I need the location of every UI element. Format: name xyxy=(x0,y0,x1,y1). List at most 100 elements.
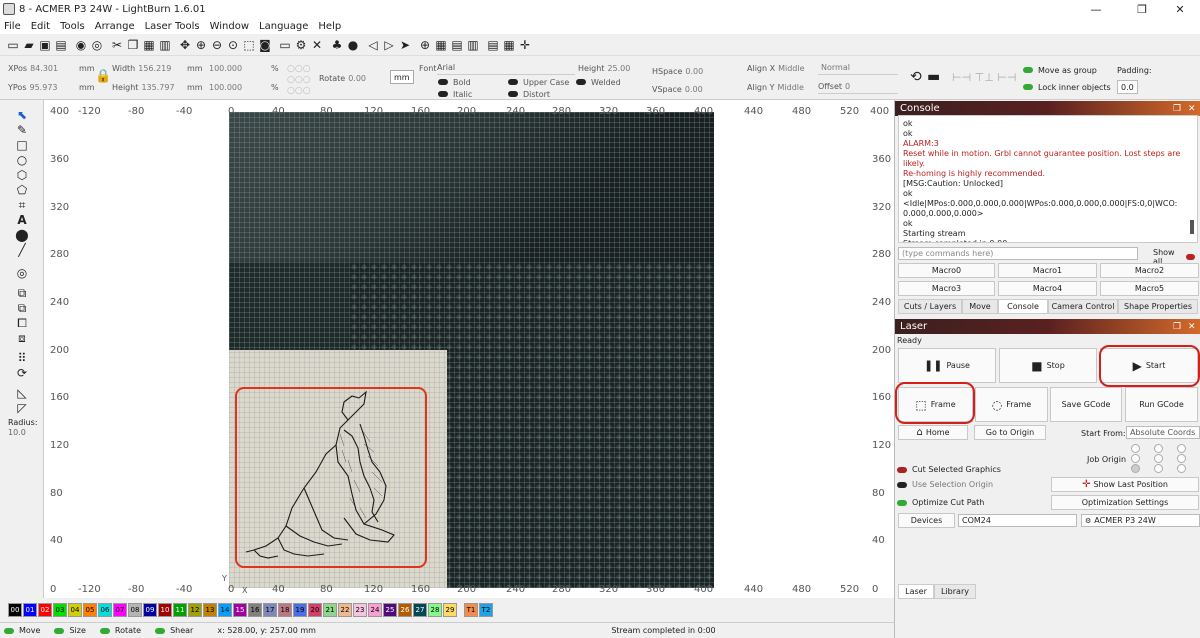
layer-swatch-05[interactable]: 05 xyxy=(83,603,97,617)
mirror-vertical-icon[interactable]: ▷ xyxy=(382,38,396,52)
menu-edit[interactable]: Edit xyxy=(31,21,50,32)
start-from-select[interactable]: Absolute Coords xyxy=(1126,426,1200,439)
width-input[interactable]: 156.219 xyxy=(138,64,171,73)
line-icon[interactable]: ⬠ xyxy=(14,183,30,197)
select-tool-icon[interactable]: ⬉ xyxy=(14,108,30,122)
text-mode-select[interactable]: Normal xyxy=(821,63,850,72)
rotate-input[interactable]: 0.00 xyxy=(348,74,366,83)
rectangle-icon[interactable]: □ xyxy=(14,138,30,152)
user-icon[interactable]: ● xyxy=(346,38,360,52)
layer-swatch-24[interactable]: 24 xyxy=(368,603,382,617)
corner-chamfer-icon[interactable]: ◸ xyxy=(14,401,30,415)
go-to-origin-button[interactable]: Go to Origin xyxy=(974,425,1046,440)
laser-close-icon[interactable]: ✕ xyxy=(1188,322,1196,332)
edit-nodes-icon[interactable]: ✎ xyxy=(14,123,30,137)
layer-swatch-16[interactable]: 16 xyxy=(248,603,262,617)
lock-inner-toggle[interactable] xyxy=(1023,84,1033,90)
layer-swatch-25[interactable]: 25 xyxy=(383,603,397,617)
bold-toggle[interactable] xyxy=(438,79,448,85)
shear-toggle[interactable] xyxy=(155,627,166,634)
height-input[interactable]: 135.797 xyxy=(141,83,174,92)
distribute-icon[interactable]: ▤ xyxy=(486,38,500,52)
job-origin-radio[interactable] xyxy=(1154,444,1163,453)
send-icon[interactable]: ➤ xyxy=(398,38,412,52)
job-origin-radio[interactable] xyxy=(1177,464,1186,473)
origin-selector-bottom[interactable]: ○○○ xyxy=(287,84,311,98)
distribute-vertical-icon[interactable]: ▦ xyxy=(502,38,516,52)
optimization-settings-button[interactable]: Optimization Settings xyxy=(1051,495,1199,510)
vspace-input[interactable]: 0.00 xyxy=(685,85,703,94)
layer-swatch-18[interactable]: 18 xyxy=(278,603,292,617)
layer-swatch-11[interactable]: 11 xyxy=(173,603,187,617)
position-laser-icon[interactable]: ⬤ xyxy=(14,228,30,242)
layer-swatch-27[interactable]: 27 xyxy=(413,603,427,617)
save-file-icon[interactable]: ▣ xyxy=(38,38,52,52)
console-output[interactable]: ok ok ALARM:3 Reset while in motion. Grbl c… xyxy=(898,115,1198,243)
layer-swatch-04[interactable]: 04 xyxy=(68,603,82,617)
settings-icon[interactable]: ⚙ xyxy=(294,38,308,52)
align-center-icon[interactable]: ▤ xyxy=(450,38,464,52)
macro2-button[interactable]: Macro2 xyxy=(1100,263,1199,278)
job-origin-radio[interactable] xyxy=(1177,444,1186,453)
job-origin-radio[interactable] xyxy=(1131,454,1140,463)
layer-swatch-03[interactable]: 03 xyxy=(53,603,67,617)
layer-swatch-01[interactable]: 01 xyxy=(23,603,37,617)
new-file-icon[interactable]: ▭ xyxy=(6,38,20,52)
tab-library[interactable]: Library xyxy=(934,584,976,599)
job-origin-radio[interactable] xyxy=(1131,444,1140,453)
run-gcode-button[interactable]: Run GCode xyxy=(1125,387,1198,422)
command-input[interactable]: (type commands here) xyxy=(898,247,1138,260)
home-button[interactable]: ⌂ Home xyxy=(898,425,968,440)
welded-toggle[interactable] xyxy=(576,79,586,85)
layer-swatch-T1[interactable]: T1 xyxy=(464,603,478,617)
alignx-select[interactable]: Middle xyxy=(778,64,804,73)
text-icon[interactable]: A xyxy=(14,213,30,227)
export-icon[interactable]: ◎ xyxy=(90,38,104,52)
layer-swatch-14[interactable]: 14 xyxy=(218,603,232,617)
layer-swatch-19[interactable]: 19 xyxy=(293,603,307,617)
layer-swatch-15[interactable]: 15 xyxy=(233,603,247,617)
minimize-button[interactable]: — xyxy=(1076,0,1116,18)
cut-selected-toggle[interactable] xyxy=(897,466,907,473)
layer-swatch-06[interactable]: 06 xyxy=(98,603,112,617)
group-icon[interactable]: ♣ xyxy=(330,38,344,52)
selection-highlight[interactable] xyxy=(235,387,427,568)
menu-help[interactable]: Help xyxy=(318,21,341,32)
printer-icon[interactable]: ▬ xyxy=(927,69,940,85)
optimize-cut-path-toggle[interactable] xyxy=(897,499,907,506)
zoom-out-icon[interactable]: ⊖ xyxy=(210,38,224,52)
zoom-selection-icon[interactable]: ⬚ xyxy=(242,38,256,52)
measure-icon[interactable]: ╱ xyxy=(14,243,30,257)
macro4-button[interactable]: Macro4 xyxy=(998,281,1097,296)
layer-swatch-13[interactable]: 13 xyxy=(203,603,217,617)
layer-swatch-07[interactable]: 07 xyxy=(113,603,127,617)
device-connect-icon[interactable]: ⟲ xyxy=(910,69,922,85)
open-file-icon[interactable]: ▰ xyxy=(22,38,36,52)
layer-swatch-10[interactable]: 10 xyxy=(158,603,172,617)
layer-swatch-22[interactable]: 22 xyxy=(338,603,352,617)
macro1-button[interactable]: Macro1 xyxy=(998,263,1097,278)
menu-language[interactable]: Language xyxy=(259,21,308,32)
save-gcode-button[interactable]: Save GCode xyxy=(1050,387,1122,422)
menu-laser-tools[interactable]: Laser Tools xyxy=(145,21,200,32)
layer-swatch-29[interactable]: 29 xyxy=(443,603,457,617)
show-last-position-button[interactable]: ✛ Show Last Position xyxy=(1051,477,1199,492)
mirror-horizontal-icon[interactable]: ◁ xyxy=(366,38,380,52)
import-icon[interactable]: ◉ xyxy=(74,38,88,52)
aligny-select[interactable]: Middle xyxy=(778,83,804,92)
frame-circle-button[interactable]: ◌ Frame xyxy=(975,387,1048,422)
macro3-button[interactable]: Macro3 xyxy=(898,281,995,296)
macro0-button[interactable]: Macro0 xyxy=(898,263,995,278)
paste-icon[interactable]: ▦ xyxy=(142,38,156,52)
camera-icon[interactable]: ◙ xyxy=(258,38,272,52)
union-icon[interactable]: ⧉ xyxy=(14,301,30,315)
layer-swatch-09[interactable]: 09 xyxy=(143,603,157,617)
target-icon[interactable]: ⊕ xyxy=(418,38,432,52)
hspace-input[interactable]: 0.00 xyxy=(685,67,703,76)
xpos-input[interactable]: 84.301 xyxy=(30,64,58,73)
stop-button[interactable]: ■ Stop xyxy=(999,348,1097,383)
weld-icon[interactable]: ⧉ xyxy=(14,286,30,300)
offset-icon[interactable]: ◎ xyxy=(14,266,30,280)
tab-cuts-layers[interactable]: Cuts / Layers xyxy=(898,299,962,314)
circular-array-icon[interactable]: ⟳ xyxy=(14,366,30,380)
